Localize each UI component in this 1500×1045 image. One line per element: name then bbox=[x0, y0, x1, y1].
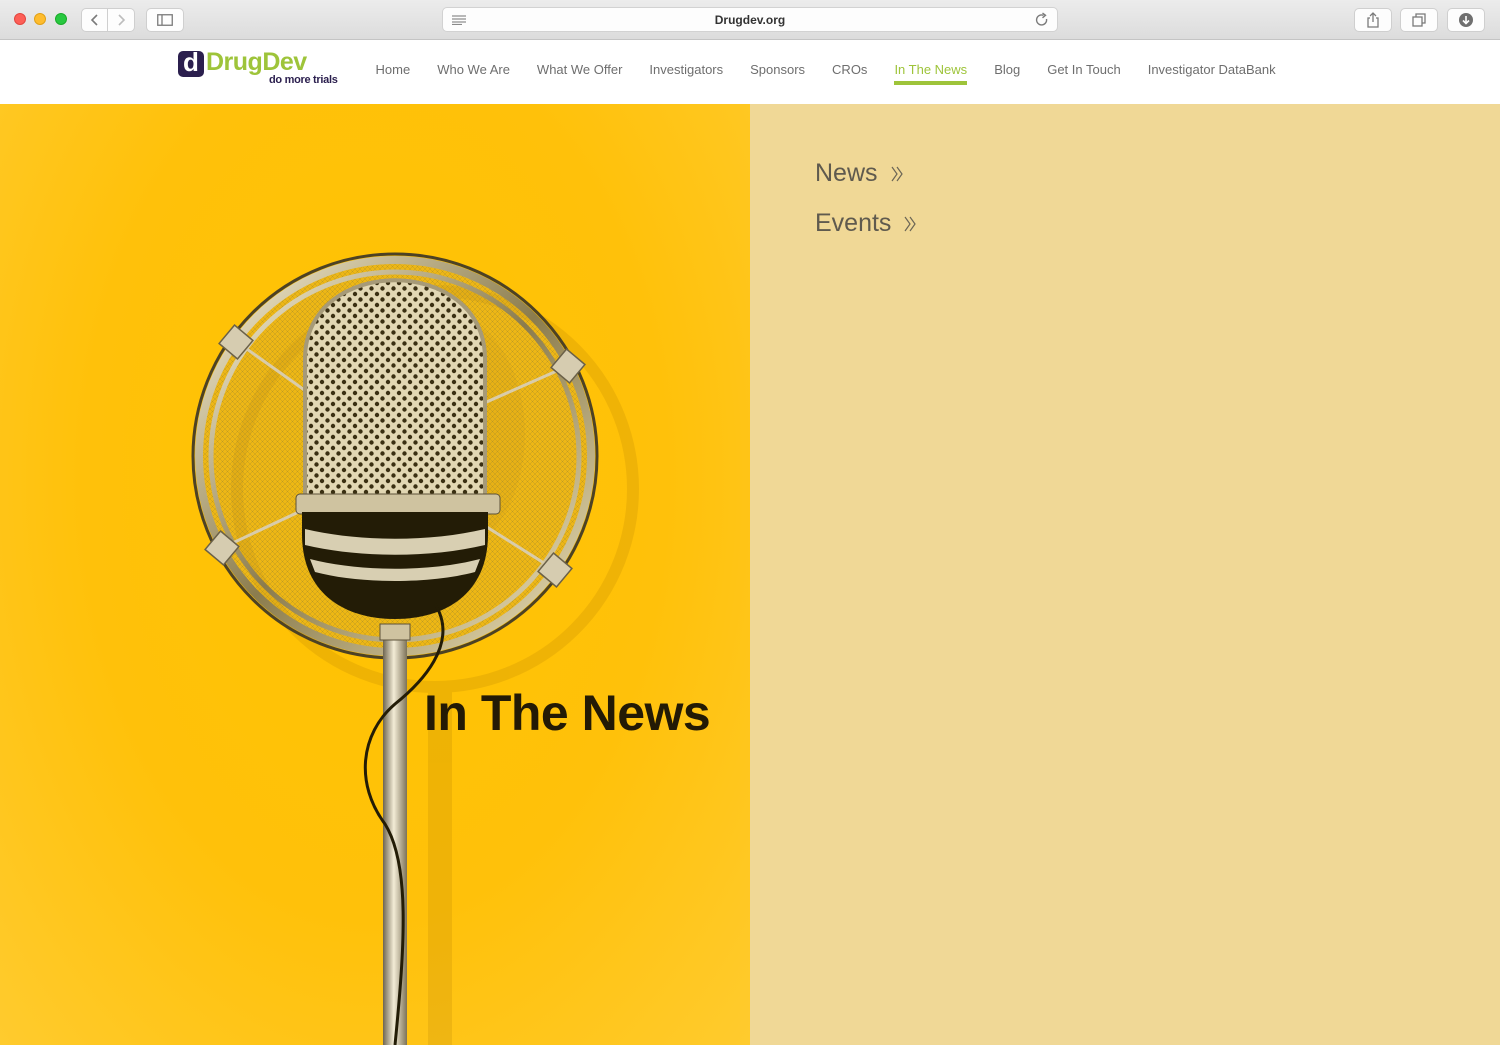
events-link-label: Events bbox=[815, 209, 892, 237]
show-tabs-button[interactable] bbox=[1400, 8, 1438, 32]
nav-item-cros[interactable]: CROs bbox=[819, 38, 881, 104]
chevron-left-icon bbox=[90, 14, 98, 26]
hero-banner: In The News bbox=[0, 104, 750, 1045]
logo-wordmark: DrugDev bbox=[206, 48, 307, 76]
reload-icon[interactable] bbox=[1035, 12, 1049, 28]
nav-item-who-we-are[interactable]: Who We Are bbox=[424, 38, 524, 104]
double-chevron-right-icon bbox=[904, 216, 917, 231]
news-link-label: News bbox=[815, 159, 878, 187]
share-button[interactable] bbox=[1354, 8, 1392, 32]
download-icon bbox=[1459, 13, 1473, 27]
nav-item-sponsors[interactable]: Sponsors bbox=[737, 38, 819, 104]
url-text: Drugdev.org bbox=[714, 13, 786, 27]
window-minimize-button[interactable] bbox=[34, 13, 46, 25]
nav-item-blog[interactable]: Blog bbox=[981, 38, 1034, 104]
tabs-icon bbox=[1412, 13, 1426, 27]
nav-item-in-the-news[interactable]: In The News bbox=[881, 38, 981, 104]
events-link[interactable]: Events bbox=[815, 209, 917, 238]
drugdev-logo[interactable]: d DrugDev do more trials bbox=[178, 48, 348, 90]
nav-item-investigators[interactable]: Investigators bbox=[636, 38, 737, 104]
window-maximize-button[interactable] bbox=[55, 13, 67, 25]
address-bar[interactable]: Drugdev.org bbox=[442, 7, 1058, 32]
browser-toolbar: Drugdev.org bbox=[0, 0, 1500, 40]
nav-item-home[interactable]: Home bbox=[362, 38, 424, 104]
logo-tagline: do more trials bbox=[269, 74, 338, 86]
active-nav-indicator bbox=[894, 81, 968, 85]
nav-item-investigator-databank[interactable]: Investigator DataBank bbox=[1134, 38, 1289, 104]
chevron-right-icon bbox=[118, 14, 126, 26]
sidebar-icon bbox=[157, 14, 173, 26]
site-header: d DrugDev do more trials Home Who We Are… bbox=[0, 40, 1500, 104]
logo-mark: d bbox=[178, 49, 204, 77]
hero-title: In The News bbox=[424, 685, 711, 741]
window-close-button[interactable] bbox=[14, 13, 26, 25]
news-link[interactable]: News bbox=[815, 159, 904, 188]
downloads-button[interactable] bbox=[1447, 8, 1485, 32]
microphone-illustration bbox=[191, 252, 639, 1045]
main-navigation: Home Who We Are What We Offer Investigat… bbox=[362, 40, 1289, 104]
section-links-panel: News Events bbox=[750, 104, 1500, 1045]
forward-button[interactable] bbox=[108, 8, 135, 32]
share-icon bbox=[1367, 12, 1379, 28]
nav-item-what-we-offer[interactable]: What We Offer bbox=[523, 38, 636, 104]
sidebar-toggle-button[interactable] bbox=[146, 8, 184, 32]
back-button[interactable] bbox=[81, 8, 108, 32]
nav-item-get-in-touch[interactable]: Get In Touch bbox=[1034, 38, 1134, 104]
double-chevron-right-icon bbox=[891, 166, 903, 181]
